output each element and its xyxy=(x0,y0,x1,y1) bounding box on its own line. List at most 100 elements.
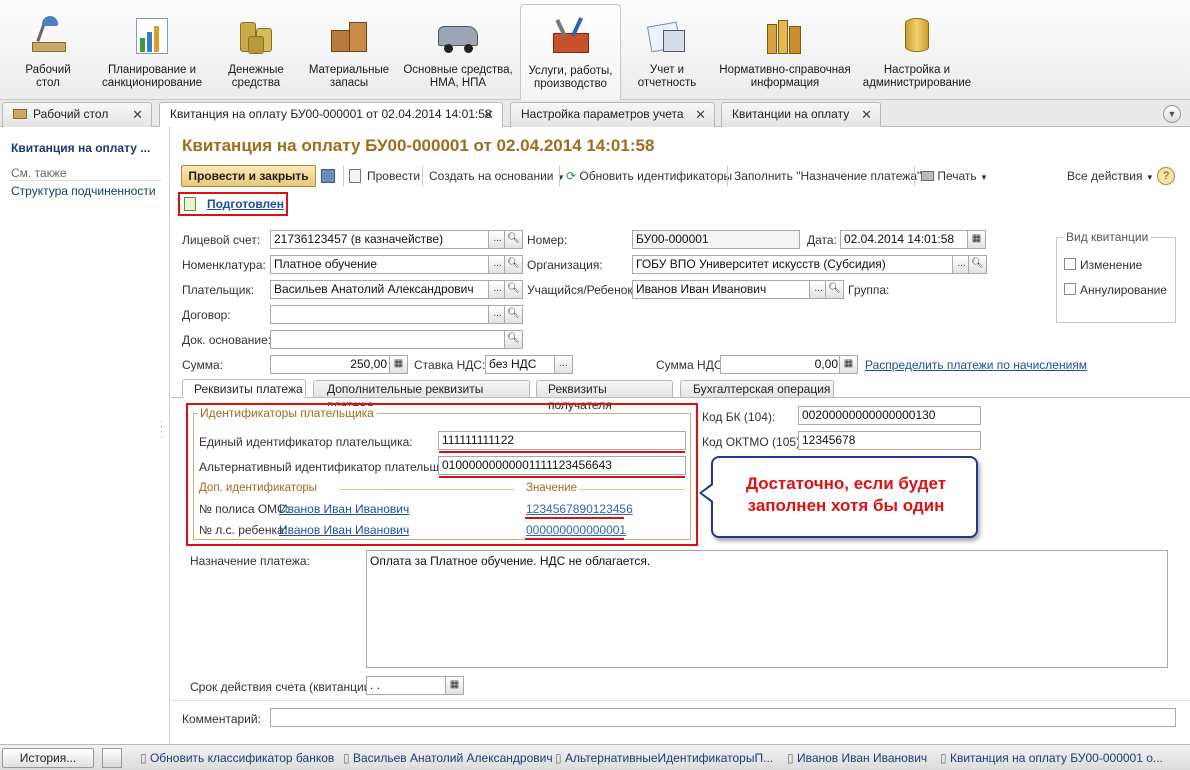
boxes-icon xyxy=(327,14,371,58)
kbk-field[interactable]: 00200000000000000130 xyxy=(798,406,981,425)
account-field[interactable]: 21736123457 (в казначействе) xyxy=(270,230,492,249)
tab-additional-details[interactable]: Дополнительные реквизиты платежа xyxy=(313,380,530,412)
section-desktop[interactable]: Рабочий стол xyxy=(8,4,88,98)
search-icon[interactable]: 🔍︎ xyxy=(504,305,523,324)
document-form: Квитанция на оплату БУ00-000001 от 02.04… xyxy=(171,127,1190,744)
print-button[interactable]: Печать ▼ xyxy=(921,169,988,183)
calculator-icon[interactable]: ▦ xyxy=(839,355,858,374)
calendar-icon[interactable]: ▦ xyxy=(445,676,464,695)
section-label: Планирование и xyxy=(107,64,197,76)
vat-rate-field[interactable]: без НДС xyxy=(485,355,557,374)
doc-basis-field[interactable] xyxy=(270,330,508,349)
post-and-close-button[interactable]: Провести и закрыть xyxy=(181,165,316,187)
taskbar-item-label: Обновить классификатор банков xyxy=(149,751,335,765)
comment-field[interactable] xyxy=(270,708,1176,727)
taskbar-item[interactable]: ▯ Васильев Анатолий Александрович xyxy=(343,751,553,765)
student-field[interactable]: Иванов Иван Иванович xyxy=(632,280,812,299)
uid-field[interactable]: 111111111122 xyxy=(438,431,686,450)
section-accounting[interactable]: Учет и отчетность xyxy=(628,4,706,98)
change-checkbox[interactable] xyxy=(1064,258,1076,270)
purpose-label: Назначение платежа: xyxy=(190,554,310,568)
close-icon[interactable]: ✕ xyxy=(483,103,494,126)
taskbar-item[interactable]: ▯ Квитанция на оплату БУ00-000001 о... xyxy=(940,751,1163,765)
section-admin[interactable]: Настройка и администрирование xyxy=(860,4,974,98)
fill-purpose-button[interactable]: Заполнить "Назначение платежа" xyxy=(734,169,921,183)
payer-field[interactable]: Васильев Анатолий Александрович xyxy=(270,280,492,299)
save-icon[interactable] xyxy=(321,169,335,183)
uid-underline xyxy=(439,451,685,453)
section-services[interactable]: Услуги, работы, производство xyxy=(520,4,621,100)
help-icon[interactable]: ? xyxy=(1157,167,1175,185)
calendar-icon[interactable]: ▦ xyxy=(967,230,986,249)
oktmo-field[interactable]: 12345678 xyxy=(798,431,981,450)
left-panel: Квитанция на оплату ... См. также Структ… xyxy=(0,127,170,744)
contract-field[interactable] xyxy=(270,305,492,324)
history-button[interactable]: История... xyxy=(2,748,94,768)
vat-sum-field[interactable]: 0,00 xyxy=(720,355,842,374)
student-label: Учащийся/Ребенок: xyxy=(527,283,636,297)
status-link[interactable]: Подготовлен xyxy=(207,197,284,211)
tab-receipts-list[interactable]: Квитанции на оплату ✕ xyxy=(721,102,881,127)
purpose-textarea[interactable]: Оплата за Платное обучение. НДС не облаг… xyxy=(366,550,1168,668)
select-button[interactable]: ... xyxy=(554,355,573,374)
windows-icon[interactable] xyxy=(102,748,122,768)
distribute-payments-link[interactable]: Распределить платежи по начислениям xyxy=(865,358,1087,372)
create-based-label: Создать на основании xyxy=(429,169,554,183)
document-icon: ▯ xyxy=(940,751,947,765)
tab-desktop[interactable]: Рабочий стол ✕ xyxy=(2,102,152,127)
section-fixed-assets[interactable]: Основные средства, НМА, НПА xyxy=(402,4,514,98)
nomenclature-field[interactable]: Платное обучение xyxy=(270,255,492,274)
search-icon[interactable]: 🔍︎ xyxy=(825,280,844,299)
close-icon[interactable]: ✕ xyxy=(132,103,143,126)
desk-lamp-icon xyxy=(26,14,70,58)
tab-label: Настройка параметров учета xyxy=(521,107,684,121)
section-reference[interactable]: Нормативно-справочная информация xyxy=(718,4,852,98)
alt-id-field[interactable]: 01000000000001111123456643 xyxy=(438,456,686,475)
structure-link[interactable]: Структура подчиненности xyxy=(11,184,156,198)
section-money[interactable]: Денежные средства xyxy=(218,4,294,98)
cancel-checkbox[interactable] xyxy=(1064,283,1076,295)
current-form-link[interactable]: Квитанция на оплату ... xyxy=(11,141,150,155)
oms-value-link[interactable]: 1234567890123456 xyxy=(526,502,633,516)
section-materials[interactable]: Материальные запасы xyxy=(304,4,394,98)
tab-recipient-details[interactable]: Реквизиты получателя xyxy=(536,380,673,412)
sum-field[interactable]: 250,00 xyxy=(270,355,391,374)
all-actions-button[interactable]: Все действия ▼ xyxy=(1067,169,1154,183)
create-based-button[interactable]: Создать на основании ▼ xyxy=(429,169,565,183)
close-icon[interactable]: ✕ xyxy=(861,103,872,126)
open-windows-tabs: Рабочий стол ✕ Квитанция на оплату БУ00-… xyxy=(0,100,1190,128)
search-icon[interactable]: 🔍︎ xyxy=(504,255,523,274)
number-field[interactable]: БУ00-000001 xyxy=(632,230,800,249)
search-icon[interactable]: 🔍︎ xyxy=(504,280,523,299)
tab-settings[interactable]: Настройка параметров учета ✕ xyxy=(510,102,715,127)
oms-underline xyxy=(525,517,624,519)
search-icon[interactable]: 🔍︎ xyxy=(504,330,523,349)
chevron-down-icon[interactable]: ▼ xyxy=(1163,105,1181,123)
section-label: администрирование xyxy=(862,77,972,89)
tab-receipt[interactable]: Квитанция на оплату БУ00-000001 от 02.04… xyxy=(159,102,503,128)
taskbar-item[interactable]: ▯ Иванов Иван Иванович xyxy=(787,751,927,765)
group-label: Группа: xyxy=(848,283,890,297)
search-icon[interactable]: 🔍︎ xyxy=(504,230,523,249)
tab-payment-details[interactable]: Реквизиты платежа xyxy=(182,379,306,398)
post-button[interactable]: Провести xyxy=(367,169,420,183)
splitter-handle[interactable]: ::: xyxy=(160,420,164,442)
post-document-icon xyxy=(349,169,361,183)
organization-field[interactable]: ГОБУ ВПО Университет искусств (Субсидия) xyxy=(632,255,956,274)
section-label: Рабочий xyxy=(25,64,71,76)
taskbar-item[interactable]: ▯ Обновить классификатор банков xyxy=(140,751,334,765)
close-icon[interactable]: ✕ xyxy=(695,103,706,126)
tab-accounting-operation[interactable]: Бухгалтерская операция xyxy=(680,380,834,397)
child-person-link[interactable]: Иванов Иван Иванович xyxy=(279,523,409,537)
validity-field[interactable]: . . xyxy=(366,676,448,695)
child-value-link[interactable]: 000000000000001 xyxy=(526,523,626,537)
calculator-icon[interactable]: ▦ xyxy=(389,355,408,374)
oms-person-link[interactable]: Иванов Иван Иванович xyxy=(279,502,409,516)
taskbar-item[interactable]: ▯ АльтернативныеИдентификаторыП... xyxy=(555,751,773,765)
section-planning[interactable]: Планирование и санкционирование xyxy=(98,4,206,98)
date-field[interactable]: 02.04.2014 14:01:58 xyxy=(840,230,970,249)
database-icon xyxy=(895,14,939,58)
update-ids-button[interactable]: ⟳ Обновить идентификаторы xyxy=(566,169,732,183)
document-icon: ▯ xyxy=(555,751,562,765)
search-icon[interactable]: 🔍︎ xyxy=(968,255,987,274)
